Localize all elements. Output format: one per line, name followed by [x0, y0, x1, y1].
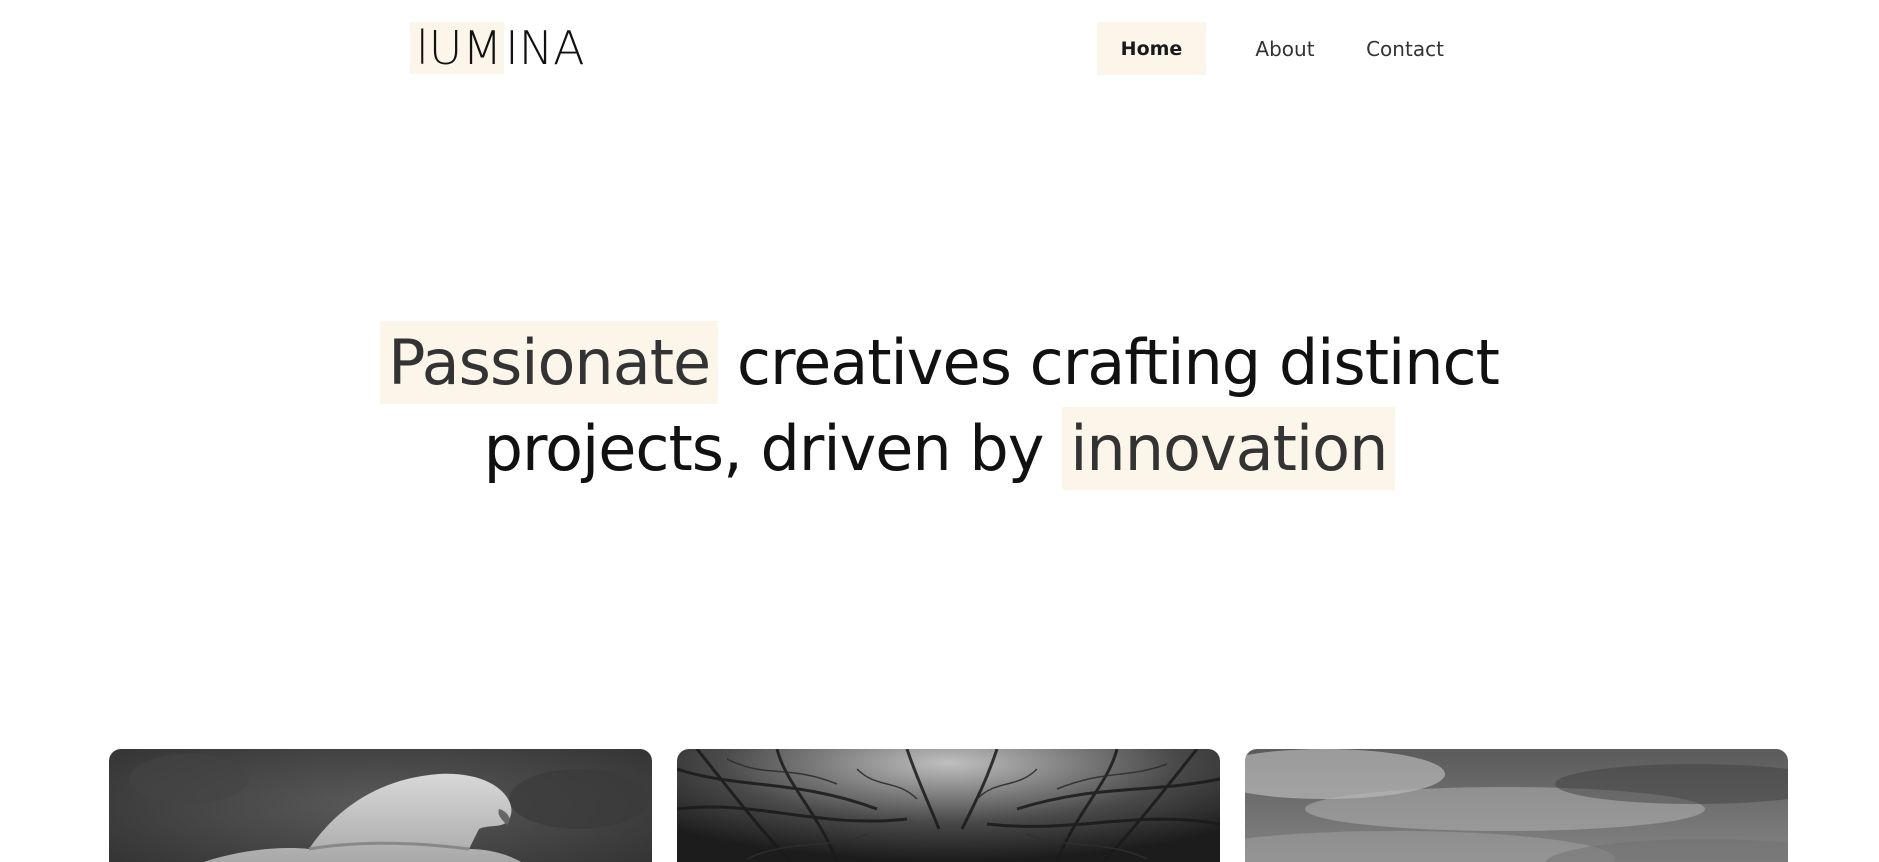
logo-rest: INA [505, 21, 585, 75]
nav-about-link[interactable]: About [1245, 22, 1325, 75]
project-gallery [109, 749, 1788, 862]
forest-tunnel-photo [677, 749, 1220, 862]
nav-home-link[interactable]: Home [1097, 22, 1206, 75]
hero-line-1-text: creatives crafting distinct [718, 326, 1500, 399]
hero-highlight-passionate: Passionate [380, 321, 719, 404]
site-header: lUM INA Home About Contact [0, 0, 1879, 100]
hero-headline: Passionate creatives crafting distinct p… [0, 320, 1879, 492]
gallery-card-mushroom[interactable] [109, 749, 652, 862]
mushroom-photo [109, 749, 652, 862]
hero-line-1: Passionate creatives crafting distinct [0, 320, 1879, 406]
main-nav: Home About Contact [1097, 22, 1455, 75]
gallery-card-forest[interactable] [677, 749, 1220, 862]
hero-line-2: projects, driven by innovation [0, 406, 1879, 492]
logo[interactable]: lUM INA [410, 22, 585, 74]
gallery-card-sky[interactable] [1245, 749, 1788, 862]
logo-highlight: lUM [410, 22, 505, 74]
hero-line-2-text: projects, driven by [483, 412, 1063, 485]
cloudy-sky-photo [1245, 749, 1788, 862]
nav-contact-link[interactable]: Contact [1355, 22, 1455, 75]
hero-highlight-innovation: innovation [1062, 407, 1396, 490]
